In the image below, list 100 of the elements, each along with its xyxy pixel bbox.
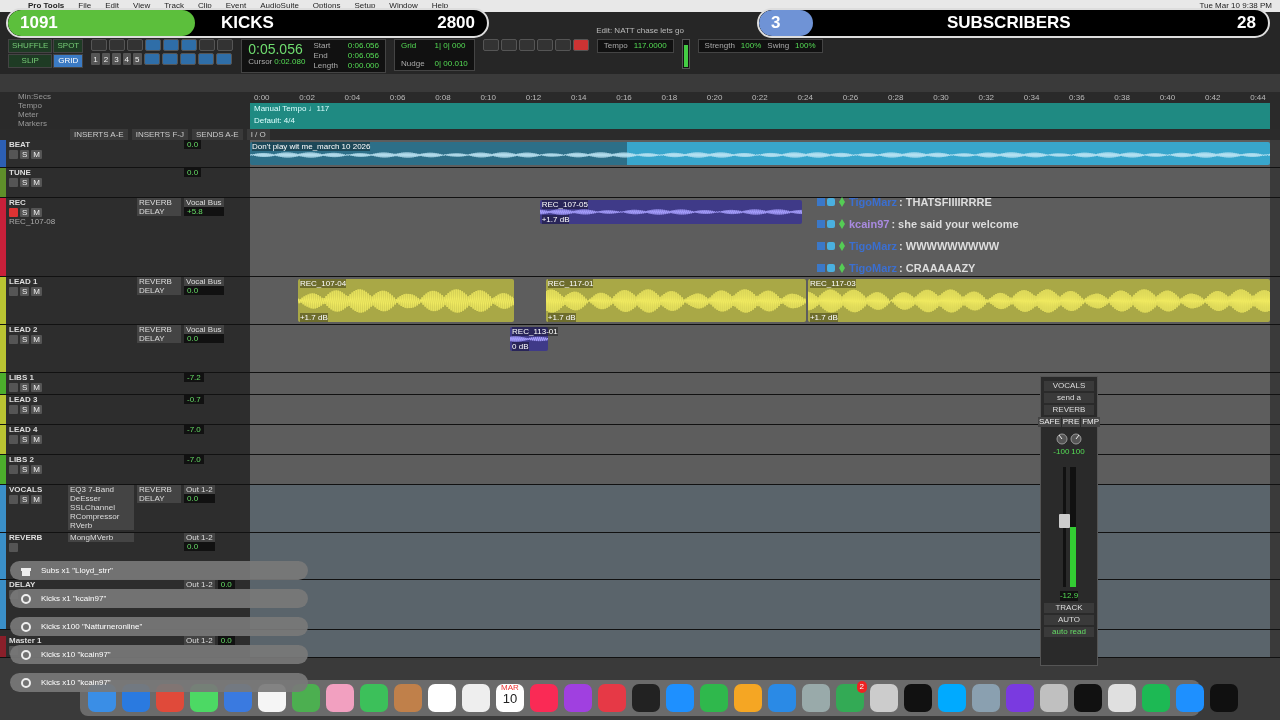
strip-option-button[interactable]: FMP (1081, 417, 1101, 427)
tool-button[interactable] (163, 39, 180, 51)
insert-slot[interactable]: RVerb (68, 521, 134, 530)
send-slot[interactable]: REVERB (137, 485, 181, 494)
app-icon[interactable] (326, 684, 354, 712)
transport-button[interactable] (536, 39, 553, 51)
calendar-icon[interactable]: MAR 10 (496, 684, 524, 712)
mute-button[interactable]: M (31, 435, 42, 444)
mute-button[interactable]: M (31, 287, 42, 296)
tool-button[interactable] (179, 53, 196, 65)
automation-mode-selector[interactable]: auto read (1044, 627, 1094, 637)
transport-button[interactable] (500, 39, 517, 51)
insert-slot[interactable]: RCompressor (68, 512, 134, 521)
send-slot[interactable]: REVERB (1044, 405, 1094, 415)
menu-item[interactable]: AudioSuite (260, 1, 299, 11)
mute-button[interactable]: M (31, 335, 42, 344)
tool-button[interactable] (91, 39, 108, 51)
insert-slot[interactable]: DeEsser (68, 494, 134, 503)
transport-button[interactable] (482, 39, 499, 51)
edit-mode-button[interactable]: SLIP (8, 54, 53, 68)
transport-button[interactable] (518, 39, 535, 51)
app-icon[interactable] (802, 684, 830, 712)
app-icon[interactable] (870, 684, 898, 712)
solo-button[interactable]: S (20, 335, 30, 344)
mute-button[interactable]: M (31, 383, 42, 392)
menu-item[interactable]: View (133, 1, 151, 11)
insert-slot[interactable]: MongMVerb (68, 533, 134, 542)
tool-button[interactable] (197, 53, 214, 65)
app-icon[interactable] (904, 684, 932, 712)
tool-button[interactable] (181, 39, 198, 51)
solo-button[interactable]: S (20, 178, 30, 187)
mute-button[interactable]: M (31, 178, 42, 187)
output-selector[interactable]: Out 1-2 (184, 636, 215, 645)
zoom-preset-button[interactable]: 5 (133, 53, 142, 65)
insert-slot[interactable]: SSLChannel (68, 503, 134, 512)
transport-button[interactable] (554, 39, 571, 51)
solo-button[interactable]: S (20, 405, 30, 414)
mute-button[interactable]: M (31, 208, 42, 217)
solo-button[interactable]: S (20, 495, 30, 504)
send-slot[interactable]: DELAY (137, 286, 181, 295)
app-icon[interactable] (1040, 684, 1068, 712)
record-arm-button[interactable] (9, 405, 18, 414)
zoom-preset-button[interactable]: 2 (101, 53, 111, 65)
solo-button[interactable]: S (20, 465, 30, 474)
menu-item[interactable]: Setup (354, 1, 376, 11)
zoom-preset-button[interactable]: 1 (91, 53, 100, 65)
record-arm-button[interactable] (9, 383, 18, 392)
send-slot[interactable]: REVERB (137, 198, 181, 207)
zoom-preset-button[interactable]: 4 (122, 53, 132, 65)
record-arm-button[interactable] (9, 465, 18, 474)
record-button[interactable] (572, 39, 589, 51)
send-slot[interactable]: DELAY (137, 494, 181, 503)
strip-option-button[interactable]: PRE (1061, 417, 1081, 427)
tool-button[interactable] (109, 39, 126, 51)
strip-option-button[interactable]: SAFE (1037, 417, 1061, 427)
record-arm-button[interactable] (9, 495, 18, 504)
mute-button[interactable]: M (31, 150, 42, 159)
solo-button[interactable]: S (20, 150, 30, 159)
record-arm-button[interactable] (9, 435, 18, 444)
solo-button[interactable]: S (20, 208, 30, 217)
output-selector[interactable]: Out 1-2 (184, 580, 215, 589)
tool-button[interactable] (127, 39, 144, 51)
tool-button[interactable] (215, 53, 232, 65)
solo-button[interactable]: S (20, 435, 30, 444)
insert-slot[interactable]: EQ3 7-Band (68, 485, 134, 494)
edit-mode-button[interactable]: SPOT (53, 39, 84, 53)
mute-button[interactable]: M (31, 405, 42, 414)
app-icon[interactable] (428, 684, 456, 712)
menu-item[interactable]: Edit (105, 1, 119, 11)
solo-button[interactable]: S (20, 287, 30, 296)
output-selector[interactable]: Vocal Bus (184, 277, 224, 286)
record-arm-button[interactable] (9, 335, 18, 344)
app-icon[interactable] (462, 684, 490, 712)
send-slot[interactable]: DELAY (137, 334, 181, 343)
solo-button[interactable]: S (20, 383, 30, 392)
output-selector[interactable]: Vocal Bus (184, 198, 224, 207)
record-arm-button[interactable] (9, 208, 18, 217)
edit-mode-button[interactable]: GRID (53, 54, 84, 68)
tool-button[interactable] (143, 53, 160, 65)
mute-button[interactable]: M (31, 495, 42, 504)
app-icon[interactable] (1074, 684, 1102, 712)
app-icon[interactable] (1176, 684, 1204, 712)
app-icon[interactable] (632, 684, 660, 712)
edit-mode-button[interactable]: SHUFFLE (8, 39, 53, 53)
app-icon[interactable] (360, 684, 388, 712)
tool-button[interactable] (161, 53, 178, 65)
app-icon[interactable] (734, 684, 762, 712)
app-icon[interactable] (1108, 684, 1136, 712)
record-arm-button[interactable] (9, 150, 18, 159)
menu-item[interactable]: Event (225, 1, 247, 11)
tool-button[interactable] (145, 39, 162, 51)
record-arm-button[interactable] (9, 178, 18, 187)
record-arm-button[interactable] (9, 543, 18, 552)
menu-item[interactable]: Options (312, 1, 341, 11)
send-slot[interactable]: REVERB (137, 277, 181, 286)
record-arm-button[interactable] (9, 287, 18, 296)
fader-thumb[interactable] (1058, 514, 1070, 528)
output-selector[interactable]: Vocal Bus (184, 325, 224, 334)
zoom-preset-button[interactable]: 3 (112, 53, 121, 65)
app-menu[interactable]: Pro Tools (28, 1, 65, 11)
